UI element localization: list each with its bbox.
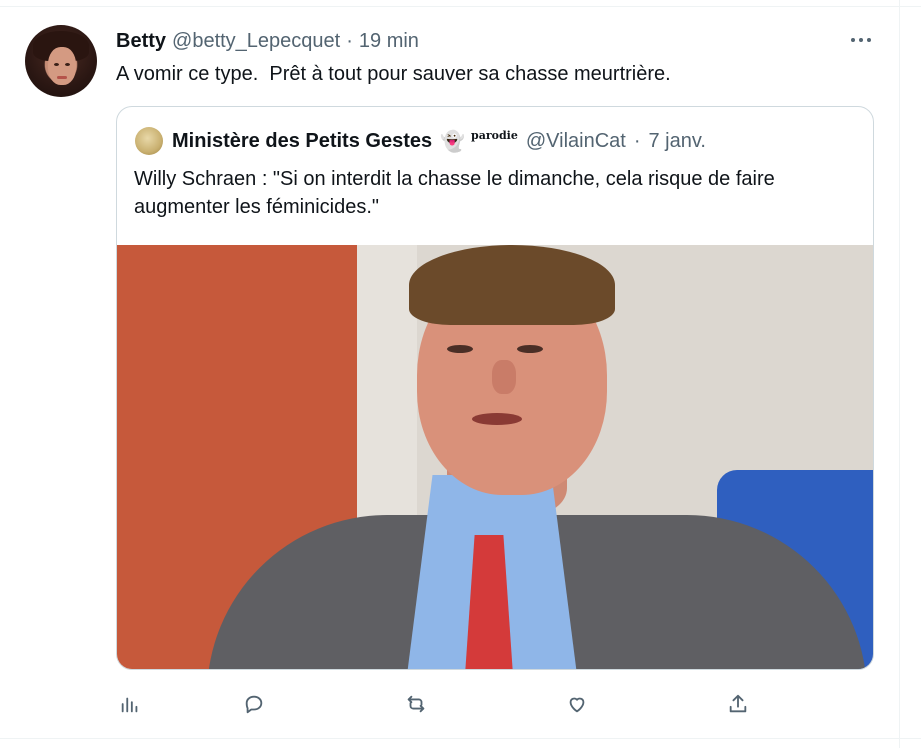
parody-label: parodie [471, 128, 518, 142]
author-handle[interactable]: @betty_Lepecquet [172, 30, 340, 53]
quoted-tweet[interactable]: Ministère des Petits Gestes 👻 parodie @V… [116, 106, 874, 670]
author-name[interactable]: Betty [116, 30, 166, 53]
avatar[interactable] [25, 25, 97, 97]
retweet-icon[interactable] [402, 690, 430, 718]
quoted-author-name[interactable]: Ministère des Petits Gestes [172, 130, 432, 153]
tweet-actions [116, 690, 756, 720]
meta-separator: · [346, 29, 353, 52]
ghost-emoji-icon: 👻 [440, 130, 466, 153]
analytics-icon[interactable] [116, 690, 144, 718]
like-icon[interactable] [563, 690, 591, 718]
divider-top [0, 6, 921, 7]
quoted-author-handle[interactable]: @VilainCat [526, 130, 626, 153]
more-options-icon[interactable] [848, 30, 874, 50]
tweet-time[interactable]: 19 min [359, 30, 419, 53]
divider-right [899, 0, 900, 748]
tweet[interactable]: Betty @betty_Lepecquet · 19 min A vomir … [0, 0, 921, 748]
reply-icon[interactable] [240, 690, 268, 718]
tweet-text: A vomir ce type. Prêt à tout pour sauver… [116, 63, 671, 85]
quoted-tweet-text: Willy Schraen : "Si on interdit la chass… [134, 168, 775, 218]
quoted-tweet-photo[interactable] [117, 245, 873, 669]
share-icon[interactable] [724, 690, 752, 718]
quoted-meta-separator: · [633, 129, 641, 152]
tweet-header: Betty @betty_Lepecquet · 19 min [116, 28, 419, 54]
divider-bottom [0, 738, 921, 739]
quoted-tweet-time[interactable]: 7 janv. [649, 130, 706, 153]
quoted-header: Ministère des Petits Gestes 👻 parodie @V… [172, 127, 706, 155]
quoted-avatar[interactable] [135, 127, 163, 155]
